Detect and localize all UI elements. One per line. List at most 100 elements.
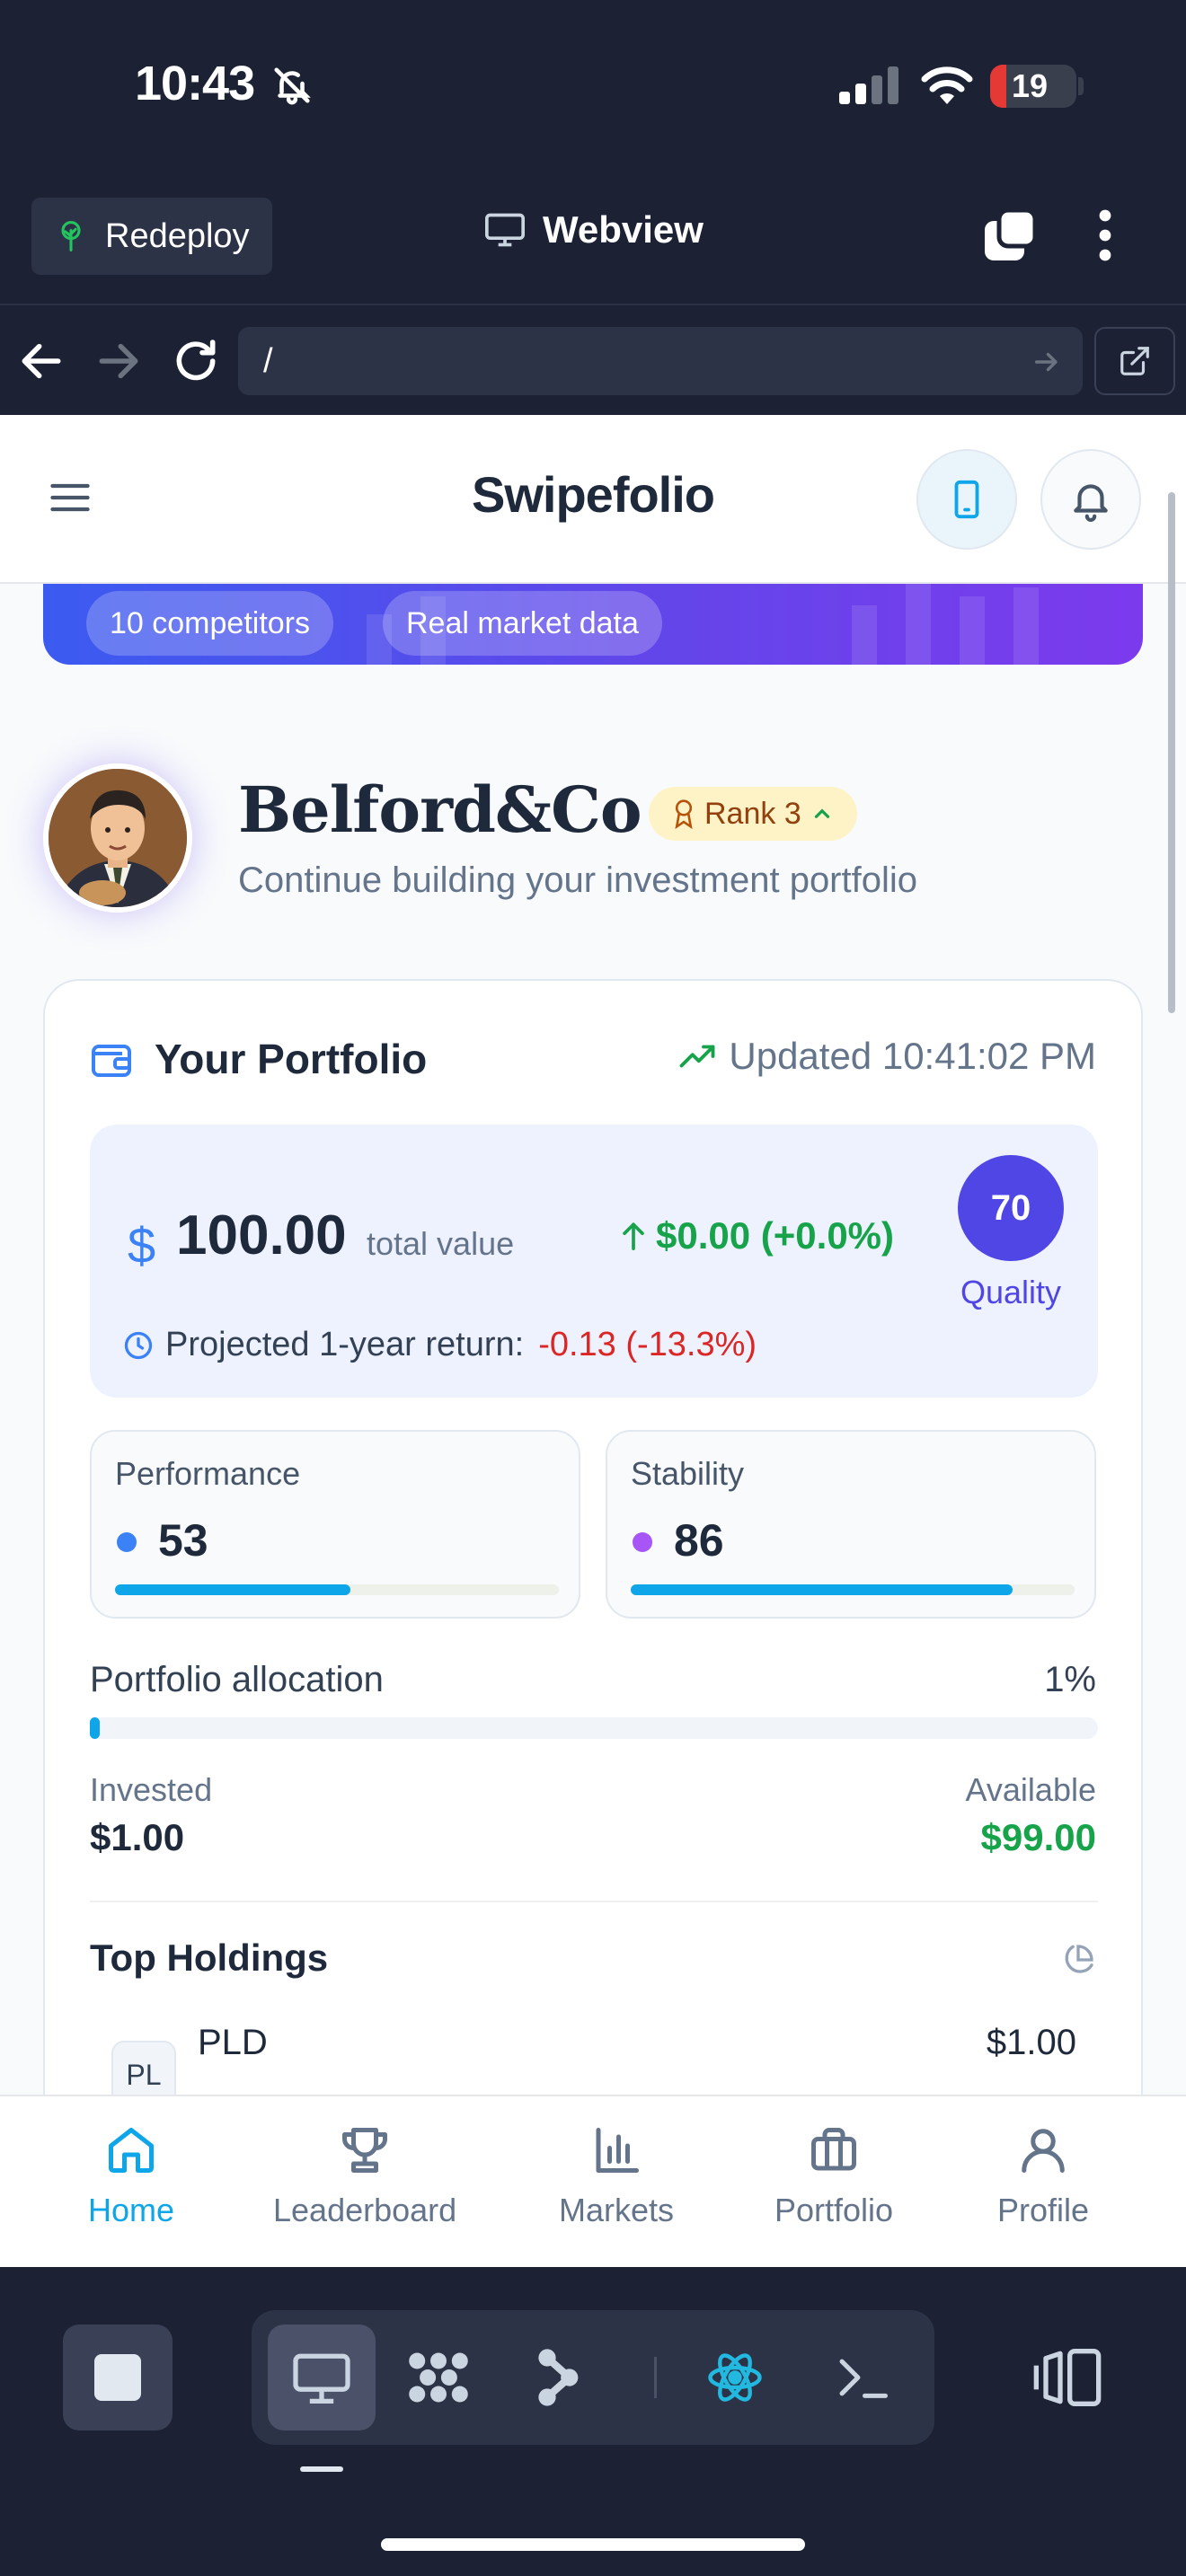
award-icon: [675, 799, 693, 829]
clock-icon: [124, 1331, 153, 1359]
performance-bar-fill: [115, 1584, 350, 1595]
app-header: Swipefolio: [0, 415, 1186, 584]
monitor-icon: [485, 213, 525, 247]
rank-label: Rank 3: [704, 796, 801, 831]
nav-portfolio[interactable]: Portfolio: [774, 2123, 893, 2258]
trending-up-icon: [679, 1045, 715, 1068]
nav-profile[interactable]: Profile: [997, 2123, 1089, 2258]
chevron-up-icon: [814, 808, 829, 818]
workflow-tool-button[interactable]: [385, 2325, 492, 2430]
webview-label: Webview: [543, 208, 704, 251]
allocation-percent: 1%: [1044, 1660, 1096, 1699]
projected-label: Projected 1-year return:: [165, 1326, 525, 1363]
invested-label: Invested: [90, 1771, 213, 1808]
user-avatar[interactable]: [43, 763, 192, 913]
stability-value: 86: [674, 1515, 724, 1566]
total-value-panel: $ 100.00 total value $0.00 (+0.0%) 70 Qu…: [90, 1125, 1098, 1398]
active-tool-indicator: [300, 2466, 343, 2472]
redeploy-button[interactable]: Redeploy: [31, 198, 272, 275]
more-options-icon[interactable]: [1087, 207, 1123, 264]
wallet-icon: [92, 1045, 131, 1077]
allocation-label: Portfolio allocation: [90, 1660, 384, 1699]
performance-dot: [117, 1532, 137, 1552]
bell-off-icon: [274, 67, 311, 105]
nav-home[interactable]: Home: [88, 2123, 174, 2258]
avatar-portrait: [49, 769, 187, 907]
pie-chart-icon[interactable]: [1060, 1942, 1096, 1978]
status-time: 10:43: [135, 57, 255, 110]
git-tool-button[interactable]: [503, 2325, 611, 2430]
rank-badge[interactable]: Rank 3: [649, 787, 857, 841]
nav-leaderboard-label: Leaderboard: [273, 2192, 457, 2228]
device-preview-button[interactable]: [916, 449, 1017, 550]
performance-bar: [115, 1584, 559, 1595]
performance-metric: Performance 53: [90, 1430, 580, 1619]
quality-label: Quality: [960, 1274, 1062, 1310]
total-value-label: total value: [367, 1225, 515, 1262]
stability-bar: [631, 1584, 1075, 1595]
nav-portfolio-label: Portfolio: [774, 2192, 894, 2228]
user-icon: [1022, 2129, 1065, 2173]
monitor-icon: [293, 2353, 350, 2404]
cellular-signal-icon: [839, 66, 898, 104]
user-name: Belford&Co: [238, 772, 642, 847]
react-icon: [708, 2353, 762, 2402]
holding-value: $1.00: [986, 2023, 1076, 2062]
go-arrow-icon[interactable]: [1031, 347, 1062, 377]
nav-home-label: Home: [88, 2192, 175, 2228]
quality-score[interactable]: 70: [958, 1155, 1064, 1261]
status-bar: 10:43 19: [0, 0, 1186, 180]
tool-group: [252, 2310, 934, 2445]
updated-timestamp: Updated 10:41:02 PM: [678, 1035, 1096, 1078]
nav-markets-label: Markets: [559, 2192, 675, 2228]
stop-button[interactable]: [63, 2325, 173, 2430]
dev-toolbar: [0, 2267, 1186, 2576]
value-change-amount: $0.00 (+0.0%): [656, 1214, 895, 1257]
terminal-tool-button[interactable]: [809, 2325, 916, 2430]
ide-toolbar: Redeploy Webview: [0, 180, 1186, 305]
nav-markets[interactable]: Markets: [559, 2123, 674, 2258]
tabs-switcher-icon[interactable]: [981, 207, 1039, 264]
performance-label: Performance: [115, 1455, 301, 1492]
bar-chart-icon: [596, 2128, 640, 2173]
forward-arrow-icon[interactable]: [93, 336, 144, 386]
available-label: Available: [965, 1771, 1096, 1808]
webview-tab[interactable]: Webview: [485, 208, 704, 251]
cluster-icon: [409, 2352, 468, 2403]
url-bar: [0, 307, 1186, 415]
notifications-button[interactable]: [1040, 449, 1141, 550]
competitors-chip: 10 competitors: [86, 591, 333, 656]
back-arrow-icon[interactable]: [16, 336, 66, 386]
external-link-icon: [1120, 347, 1149, 375]
wifi-icon: [921, 66, 973, 104]
smartphone-icon: [954, 480, 979, 519]
performance-value: 53: [158, 1515, 208, 1566]
branch-icon: [538, 2349, 579, 2406]
home-indicator[interactable]: [381, 2538, 805, 2551]
open-external-button[interactable]: [1094, 327, 1175, 395]
tool-separator: [654, 2357, 657, 2398]
webview-tool-button[interactable]: [268, 2325, 376, 2430]
url-input[interactable]: [238, 327, 1083, 395]
projected-return: Projected 1-year return: -0.13 (-13.3%): [122, 1326, 757, 1364]
home-icon: [109, 2128, 155, 2173]
portfolio-card: Your Portfolio Updated 10:41:02 PM $ 100…: [43, 979, 1143, 2267]
arrow-up-icon: [623, 1222, 644, 1251]
nav-leaderboard[interactable]: Leaderboard: [273, 2123, 456, 2258]
stability-label: Stability: [631, 1455, 745, 1492]
react-tool-button[interactable]: [681, 2325, 789, 2430]
section-divider: [90, 1901, 1098, 1902]
holding-symbol: PLD: [198, 2023, 268, 2062]
app-viewport: Swipefolio 10 competitors Real market da…: [0, 415, 1186, 2267]
scrollbar-thumb[interactable]: [1168, 492, 1175, 1013]
reload-icon[interactable]: [171, 336, 221, 386]
battery-nub: [1078, 77, 1084, 95]
user-subtitle: Continue building your investment portfo…: [238, 860, 917, 900]
allocation-bar: [90, 1717, 1098, 1739]
dollar-icon: $: [128, 1217, 156, 1274]
split-layout-icon[interactable]: [1031, 2346, 1103, 2409]
market-data-chip: Real market data: [383, 591, 662, 656]
top-holdings-title: Top Holdings: [90, 1936, 329, 1979]
nav-profile-label: Profile: [997, 2192, 1090, 2228]
allocation-bar-fill: [90, 1717, 101, 1739]
